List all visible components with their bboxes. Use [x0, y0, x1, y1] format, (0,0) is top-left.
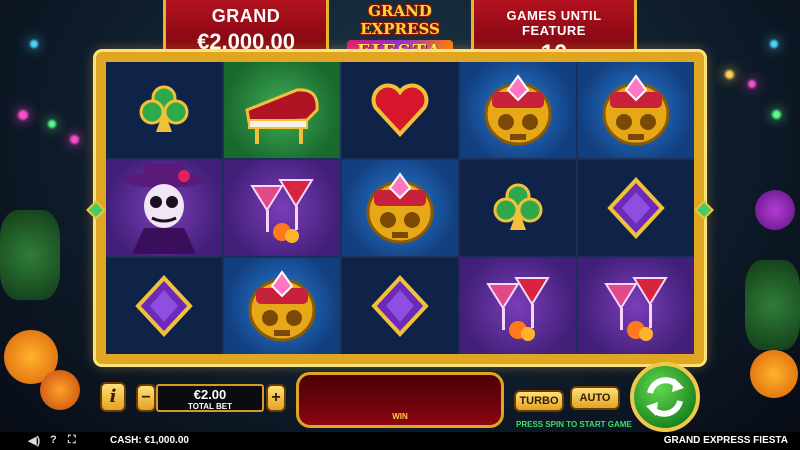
- spade-diamond-symbol-icon: [607, 177, 665, 239]
- club-symbol-icon: [139, 85, 189, 132]
- status-bar: ◀︎) ? ⛶ CASH: €1,000.00 GRAND EXPRESS FI…: [0, 432, 800, 450]
- bet-increase-button[interactable]: +: [266, 384, 286, 412]
- reel-cell-cocktails: [578, 258, 694, 354]
- spade-diamond-symbol-icon: [135, 275, 193, 337]
- heart-symbol-icon: [371, 83, 429, 137]
- cash-label: CASH:: [110, 435, 142, 446]
- reel-frame: [96, 52, 704, 364]
- turbo-button[interactable]: TURBO: [514, 390, 564, 412]
- skull-man-symbol-icon: [124, 164, 204, 254]
- fullscreen-icon[interactable]: ⛶: [68, 434, 76, 447]
- cash-value: €1,000.00: [144, 435, 189, 446]
- feature-label: GAMES UNTIL FEATURE: [506, 8, 602, 38]
- reel-cell-cocktails: [224, 160, 340, 256]
- reel-cell-golden-skull: [342, 160, 458, 256]
- spin-arrows-icon: [646, 377, 684, 417]
- win-label: WIN: [392, 412, 408, 421]
- spade-diamond-symbol-icon: [371, 275, 429, 337]
- club-symbol-icon: [493, 183, 543, 230]
- reel-cell-golden-skull: [460, 62, 576, 158]
- total-bet-display: €2.00 TOTAL BET: [156, 384, 264, 412]
- question-icon[interactable]: ?: [50, 434, 57, 446]
- spin-button[interactable]: [630, 362, 700, 432]
- game-name: GRAND EXPRESS FIESTA: [663, 435, 788, 446]
- golden-skull-symbol-icon: [248, 270, 316, 342]
- bet-value: €2.00: [193, 387, 227, 402]
- reel-cell-skull-man: [106, 160, 222, 256]
- reel-cell-heart: [342, 62, 458, 158]
- golden-skull-symbol-icon: [484, 74, 552, 146]
- golden-skull-symbol-icon: [602, 74, 670, 146]
- reel-cell-spade-diamond: [342, 258, 458, 354]
- reel-cell-spade-diamond: [578, 160, 694, 256]
- speaker-icon[interactable]: ◀︎): [28, 434, 40, 447]
- piano-symbol-icon: [245, 88, 319, 144]
- spin-hint: PRESS SPIN TO START GAME: [516, 420, 632, 429]
- reel-cell-piano: [224, 62, 340, 158]
- reel-cell-golden-skull: [224, 258, 340, 354]
- reel-cell-cocktails: [460, 258, 576, 354]
- reel-cell-club: [460, 160, 576, 256]
- bet-decrease-button[interactable]: −: [136, 384, 156, 412]
- reel-cell-golden-skull: [578, 62, 694, 158]
- jackpot-label: GRAND: [211, 6, 281, 26]
- reel-grid: [106, 62, 694, 354]
- auto-button[interactable]: AUTO: [570, 386, 620, 410]
- game-logo: GRAND EXPRESS FIESTA: [334, 2, 466, 63]
- jackpot-panel: GRAND €2,000.00: [163, 0, 329, 58]
- feature-counter-panel: GAMES UNTIL FEATURE 10: [471, 0, 637, 67]
- golden-skull-symbol-icon: [366, 172, 434, 244]
- reel-cell-club: [106, 62, 222, 158]
- bet-label: TOTAL BET: [188, 402, 232, 411]
- cash-display: CASH: €1,000.00: [110, 435, 189, 446]
- logo-line1: GRAND EXPRESS: [360, 2, 440, 38]
- cocktails-symbol-icon: [250, 179, 314, 243]
- cocktails-symbol-icon: [604, 277, 668, 341]
- info-button[interactable]: i: [100, 382, 126, 412]
- cocktails-symbol-icon: [486, 277, 550, 341]
- win-display: WIN: [296, 372, 504, 428]
- reel-cell-spade-diamond: [106, 258, 222, 354]
